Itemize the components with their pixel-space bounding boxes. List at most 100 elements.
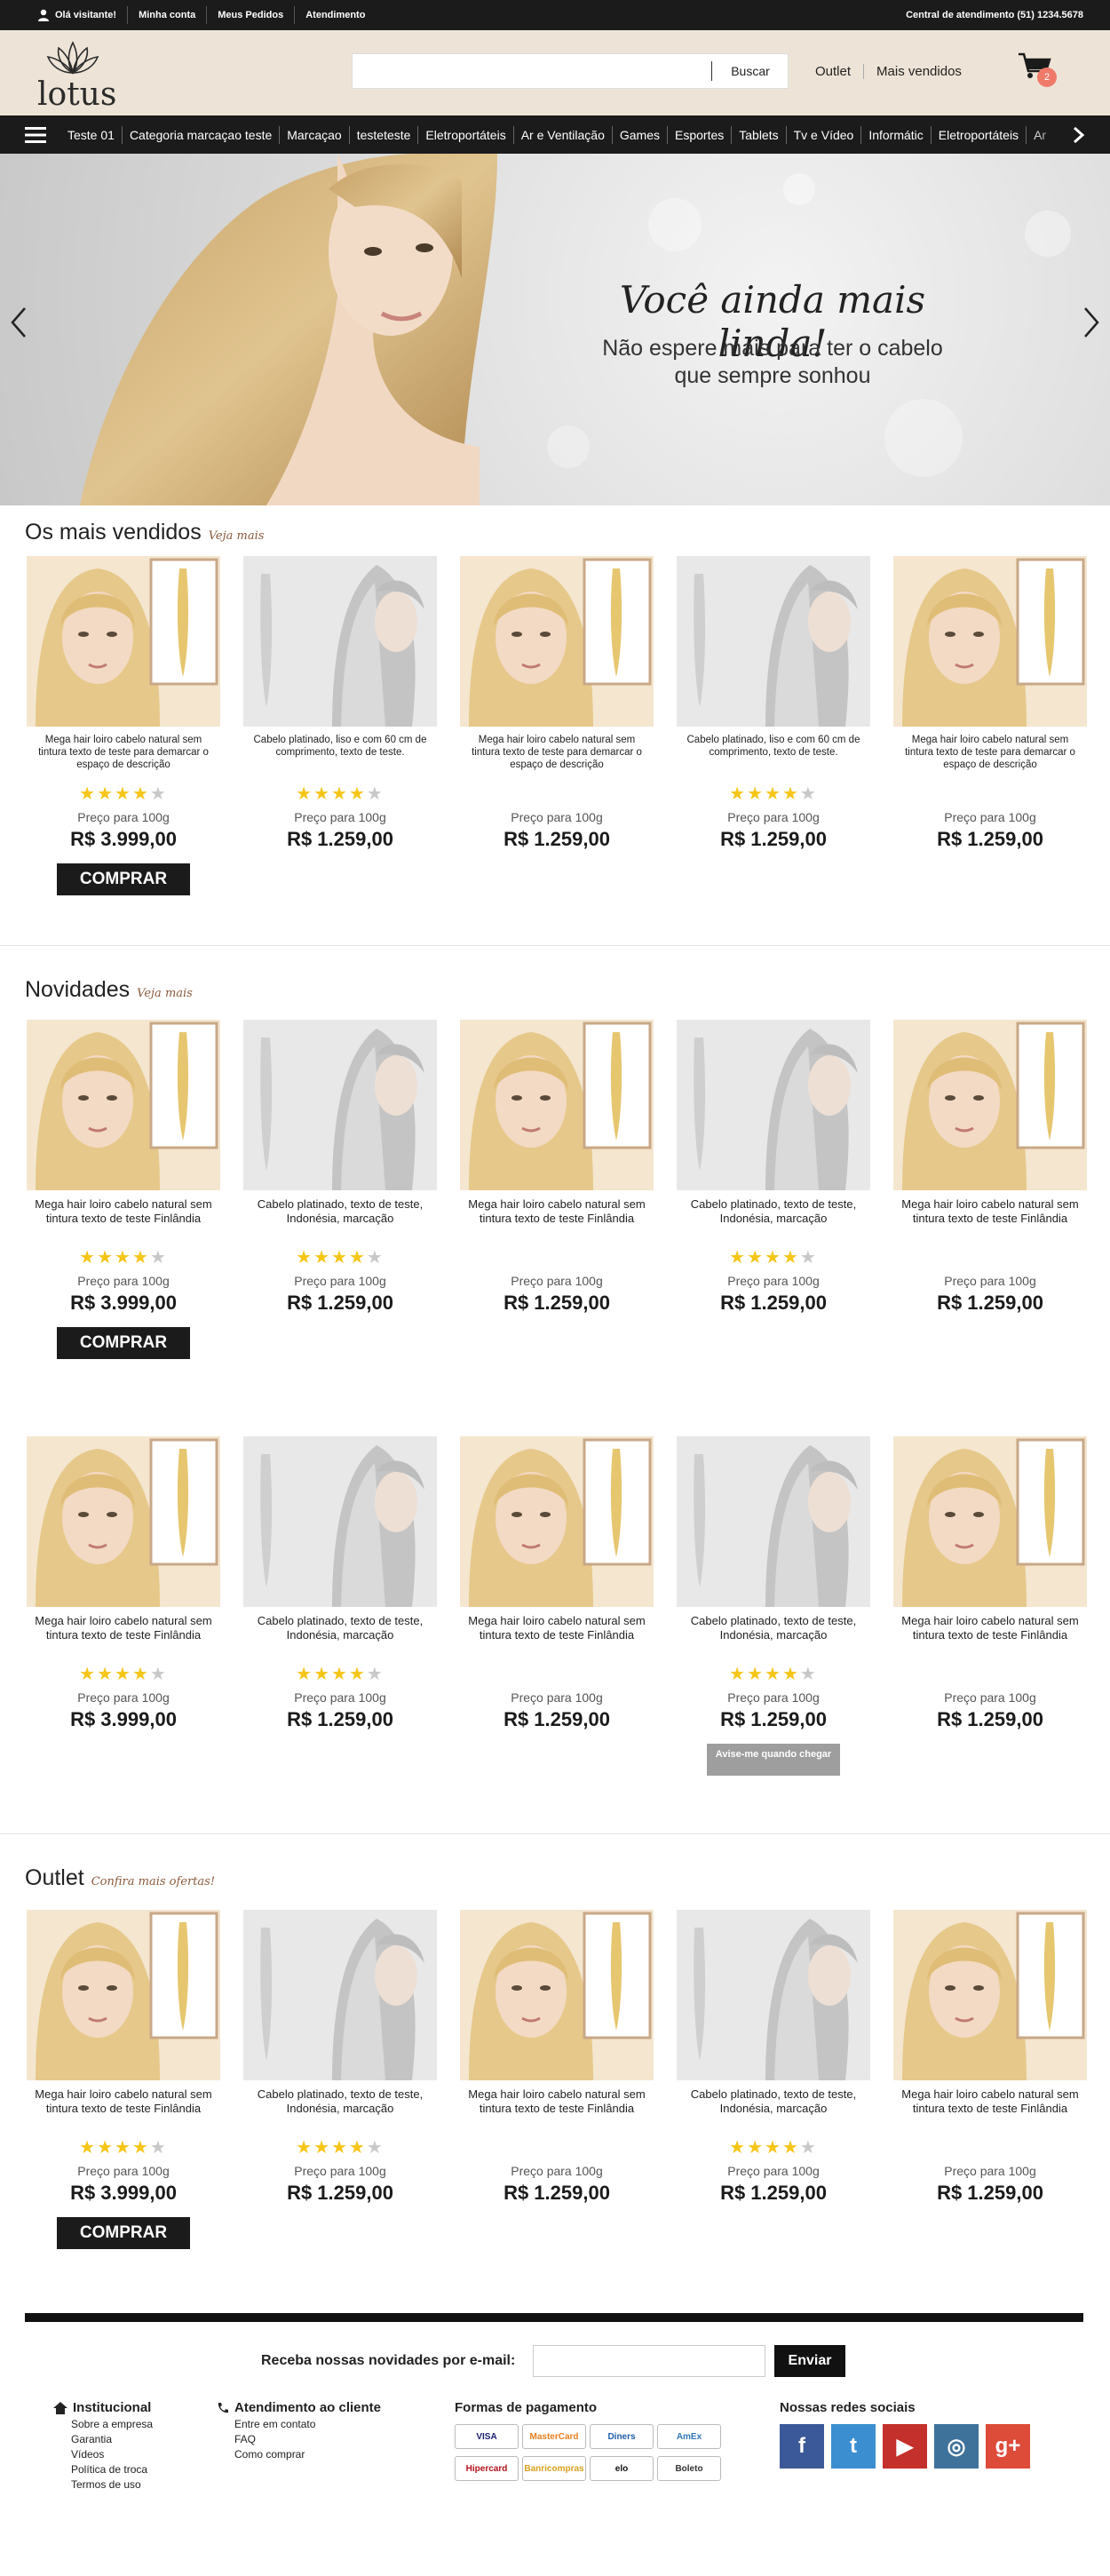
newsletter-email-input[interactable]: [533, 2345, 765, 2377]
nav-category-item[interactable]: Teste 01: [60, 126, 122, 144]
footer-link[interactable]: Garantia: [71, 2433, 153, 2445]
product-name[interactable]: Cabelo platinado, texto de teste, Indoné…: [242, 2087, 439, 2132]
cart-button[interactable]: 2: [1018, 52, 1062, 91]
product-name[interactable]: Mega hair loiro cabelo natural sem tintu…: [892, 2087, 1089, 2132]
product-name[interactable]: Mega hair loiro cabelo natural sem tintu…: [25, 1614, 222, 1658]
product-image[interactable]: [460, 1020, 654, 1190]
product-card[interactable]: Mega hair loiro cabelo natural sem tintu…: [892, 1436, 1089, 1731]
footer-link[interactable]: FAQ: [234, 2433, 381, 2445]
product-card[interactable]: Mega hair loiro cabelo natural sem tintu…: [25, 1020, 222, 1359]
instagram-icon[interactable]: ◎: [934, 2424, 979, 2469]
twitter-icon[interactable]: t: [831, 2424, 876, 2469]
footer-link[interactable]: Entre em contato: [234, 2418, 381, 2430]
product-card[interactable]: Mega hair loiro cabelo natural sem tintu…: [25, 556, 222, 895]
product-image[interactable]: [27, 1020, 220, 1190]
product-name[interactable]: Mega hair loiro cabelo natural sem tintu…: [25, 2087, 222, 2132]
product-image[interactable]: [243, 1436, 437, 1607]
product-card[interactable]: Cabelo platinado, texto de teste, Indoné…: [675, 1910, 872, 2205]
nav-category-item[interactable]: Eletroportáteis: [417, 125, 512, 144]
product-name[interactable]: Mega hair loiro cabelo natural sem tintu…: [458, 734, 655, 778]
product-image[interactable]: [460, 556, 654, 727]
product-image[interactable]: [460, 1436, 654, 1607]
see-more-link[interactable]: Veja mais: [209, 529, 265, 543]
nav-category-item[interactable]: Esportes: [667, 125, 731, 144]
product-name[interactable]: Cabelo platinado, texto de teste, Indoné…: [242, 1614, 439, 1658]
search-button[interactable]: Buscar: [712, 54, 789, 88]
product-name[interactable]: Mega hair loiro cabelo natural sem tintu…: [458, 1197, 655, 1242]
product-image[interactable]: [893, 556, 1087, 727]
facebook-icon[interactable]: f: [780, 2424, 824, 2469]
buy-button[interactable]: COMPRAR: [57, 2217, 190, 2249]
product-card[interactable]: Cabelo platinado, texto de teste, Indoné…: [242, 1020, 439, 1315]
product-card[interactable]: Mega hair loiro cabelo natural sem tintu…: [892, 1910, 1089, 2205]
hero-prev-arrow-icon[interactable]: [7, 305, 28, 340]
my-account-link[interactable]: Minha conta: [128, 6, 208, 24]
nav-category-item[interactable]: Marcaçao: [279, 125, 348, 144]
more-offers-link[interactable]: Confira mais ofertas!: [91, 1875, 215, 1888]
footer-link[interactable]: Sobre a empresa: [71, 2418, 153, 2430]
hero-next-arrow-icon[interactable]: [1082, 305, 1103, 340]
product-image[interactable]: [677, 1910, 870, 2080]
menu-icon[interactable]: [25, 127, 46, 143]
product-card[interactable]: Mega hair loiro cabelo natural sem tintu…: [458, 1910, 655, 2205]
product-name[interactable]: Cabelo platinado, liso e com 60 cm de co…: [675, 734, 872, 778]
product-name[interactable]: Cabelo platinado, texto de teste, Indoné…: [675, 2087, 872, 2132]
product-card[interactable]: Cabelo platinado, texto de teste, Indoné…: [675, 1020, 872, 1315]
product-name[interactable]: Mega hair loiro cabelo natural sem tintu…: [892, 1197, 1089, 1242]
product-card[interactable]: Mega hair loiro cabelo natural sem tintu…: [458, 1020, 655, 1315]
product-image[interactable]: [27, 1436, 220, 1607]
product-image[interactable]: [27, 1910, 220, 2080]
best-sellers-link[interactable]: Mais vendidos: [864, 64, 962, 79]
product-card[interactable]: Cabelo platinado, texto de teste, Indoné…: [242, 1910, 439, 2205]
product-card[interactable]: Cabelo platinado, texto de teste, Indoné…: [242, 1436, 439, 1731]
google-plus-icon[interactable]: g+: [986, 2424, 1030, 2469]
product-image[interactable]: [677, 556, 870, 727]
product-image[interactable]: [677, 1020, 870, 1190]
hero-banner[interactable]: Você ainda mais linda! Não espere mais p…: [0, 154, 1110, 505]
youtube-icon[interactable]: ▶: [883, 2424, 927, 2469]
footer-link[interactable]: Política de troca: [71, 2463, 153, 2476]
nav-category-item[interactable]: Games: [611, 125, 667, 144]
nav-category-item[interactable]: Informátic: [860, 125, 930, 144]
product-image[interactable]: [677, 1436, 870, 1607]
product-card[interactable]: Mega hair loiro cabelo natural sem tintu…: [458, 1436, 655, 1731]
product-image[interactable]: [893, 1910, 1087, 2080]
product-name[interactable]: Cabelo platinado, texto de teste, Indoné…: [675, 1197, 872, 1242]
my-orders-link[interactable]: Meus Pedidos: [207, 6, 296, 24]
nav-category-item[interactable]: Categoria marcaçao teste: [121, 125, 279, 144]
product-name[interactable]: Cabelo platinado, texto de teste, Indoné…: [242, 1197, 439, 1242]
product-name[interactable]: Cabelo platinado, texto de teste, Indoné…: [675, 1614, 872, 1658]
buy-button[interactable]: COMPRAR: [57, 1327, 190, 1359]
product-name[interactable]: Mega hair loiro cabelo natural sem tintu…: [892, 1614, 1089, 1658]
product-name[interactable]: Mega hair loiro cabelo natural sem tintu…: [892, 734, 1089, 778]
nav-category-item[interactable]: testeteste: [348, 125, 418, 144]
product-image[interactable]: [243, 1020, 437, 1190]
footer-link[interactable]: Termos de uso: [71, 2478, 153, 2491]
nav-category-item[interactable]: Eletroportáteis: [930, 125, 1026, 144]
product-image[interactable]: [243, 1910, 437, 2080]
footer-link[interactable]: Como comprar: [234, 2448, 381, 2461]
footer-link[interactable]: Vídeos: [71, 2448, 153, 2461]
product-card[interactable]: Mega hair loiro cabelo natural sem tintu…: [458, 556, 655, 851]
nav-category-item[interactable]: Tablets: [731, 125, 785, 144]
product-image[interactable]: [27, 556, 220, 727]
product-card[interactable]: Cabelo platinado, liso e com 60 cm de co…: [675, 556, 872, 851]
nav-category-item[interactable]: Tv e Vídeo: [785, 125, 861, 144]
product-image[interactable]: [243, 556, 437, 727]
product-image[interactable]: [893, 1020, 1087, 1190]
notify-me-button[interactable]: Avise-me quando chegar: [707, 1744, 840, 1776]
outlet-link[interactable]: Outlet: [815, 63, 865, 79]
product-image[interactable]: [893, 1436, 1087, 1607]
product-card[interactable]: Mega hair loiro cabelo natural sem tintu…: [25, 1910, 222, 2249]
product-name[interactable]: Mega hair loiro cabelo natural sem tintu…: [25, 734, 222, 778]
buy-button[interactable]: COMPRAR: [57, 863, 190, 895]
product-name[interactable]: Mega hair loiro cabelo natural sem tintu…: [458, 1614, 655, 1658]
product-card[interactable]: Mega hair loiro cabelo natural sem tintu…: [25, 1436, 222, 1731]
logo[interactable]: lotus: [30, 37, 124, 113]
newsletter-send-button[interactable]: Enviar: [774, 2345, 845, 2377]
support-link[interactable]: Atendimento: [295, 6, 376, 24]
product-image[interactable]: [460, 1910, 654, 2080]
product-card[interactable]: Cabelo platinado, liso e com 60 cm de co…: [242, 556, 439, 851]
product-card[interactable]: Mega hair loiro cabelo natural sem tintu…: [892, 1020, 1089, 1315]
product-card[interactable]: Mega hair loiro cabelo natural sem tintu…: [892, 556, 1089, 851]
